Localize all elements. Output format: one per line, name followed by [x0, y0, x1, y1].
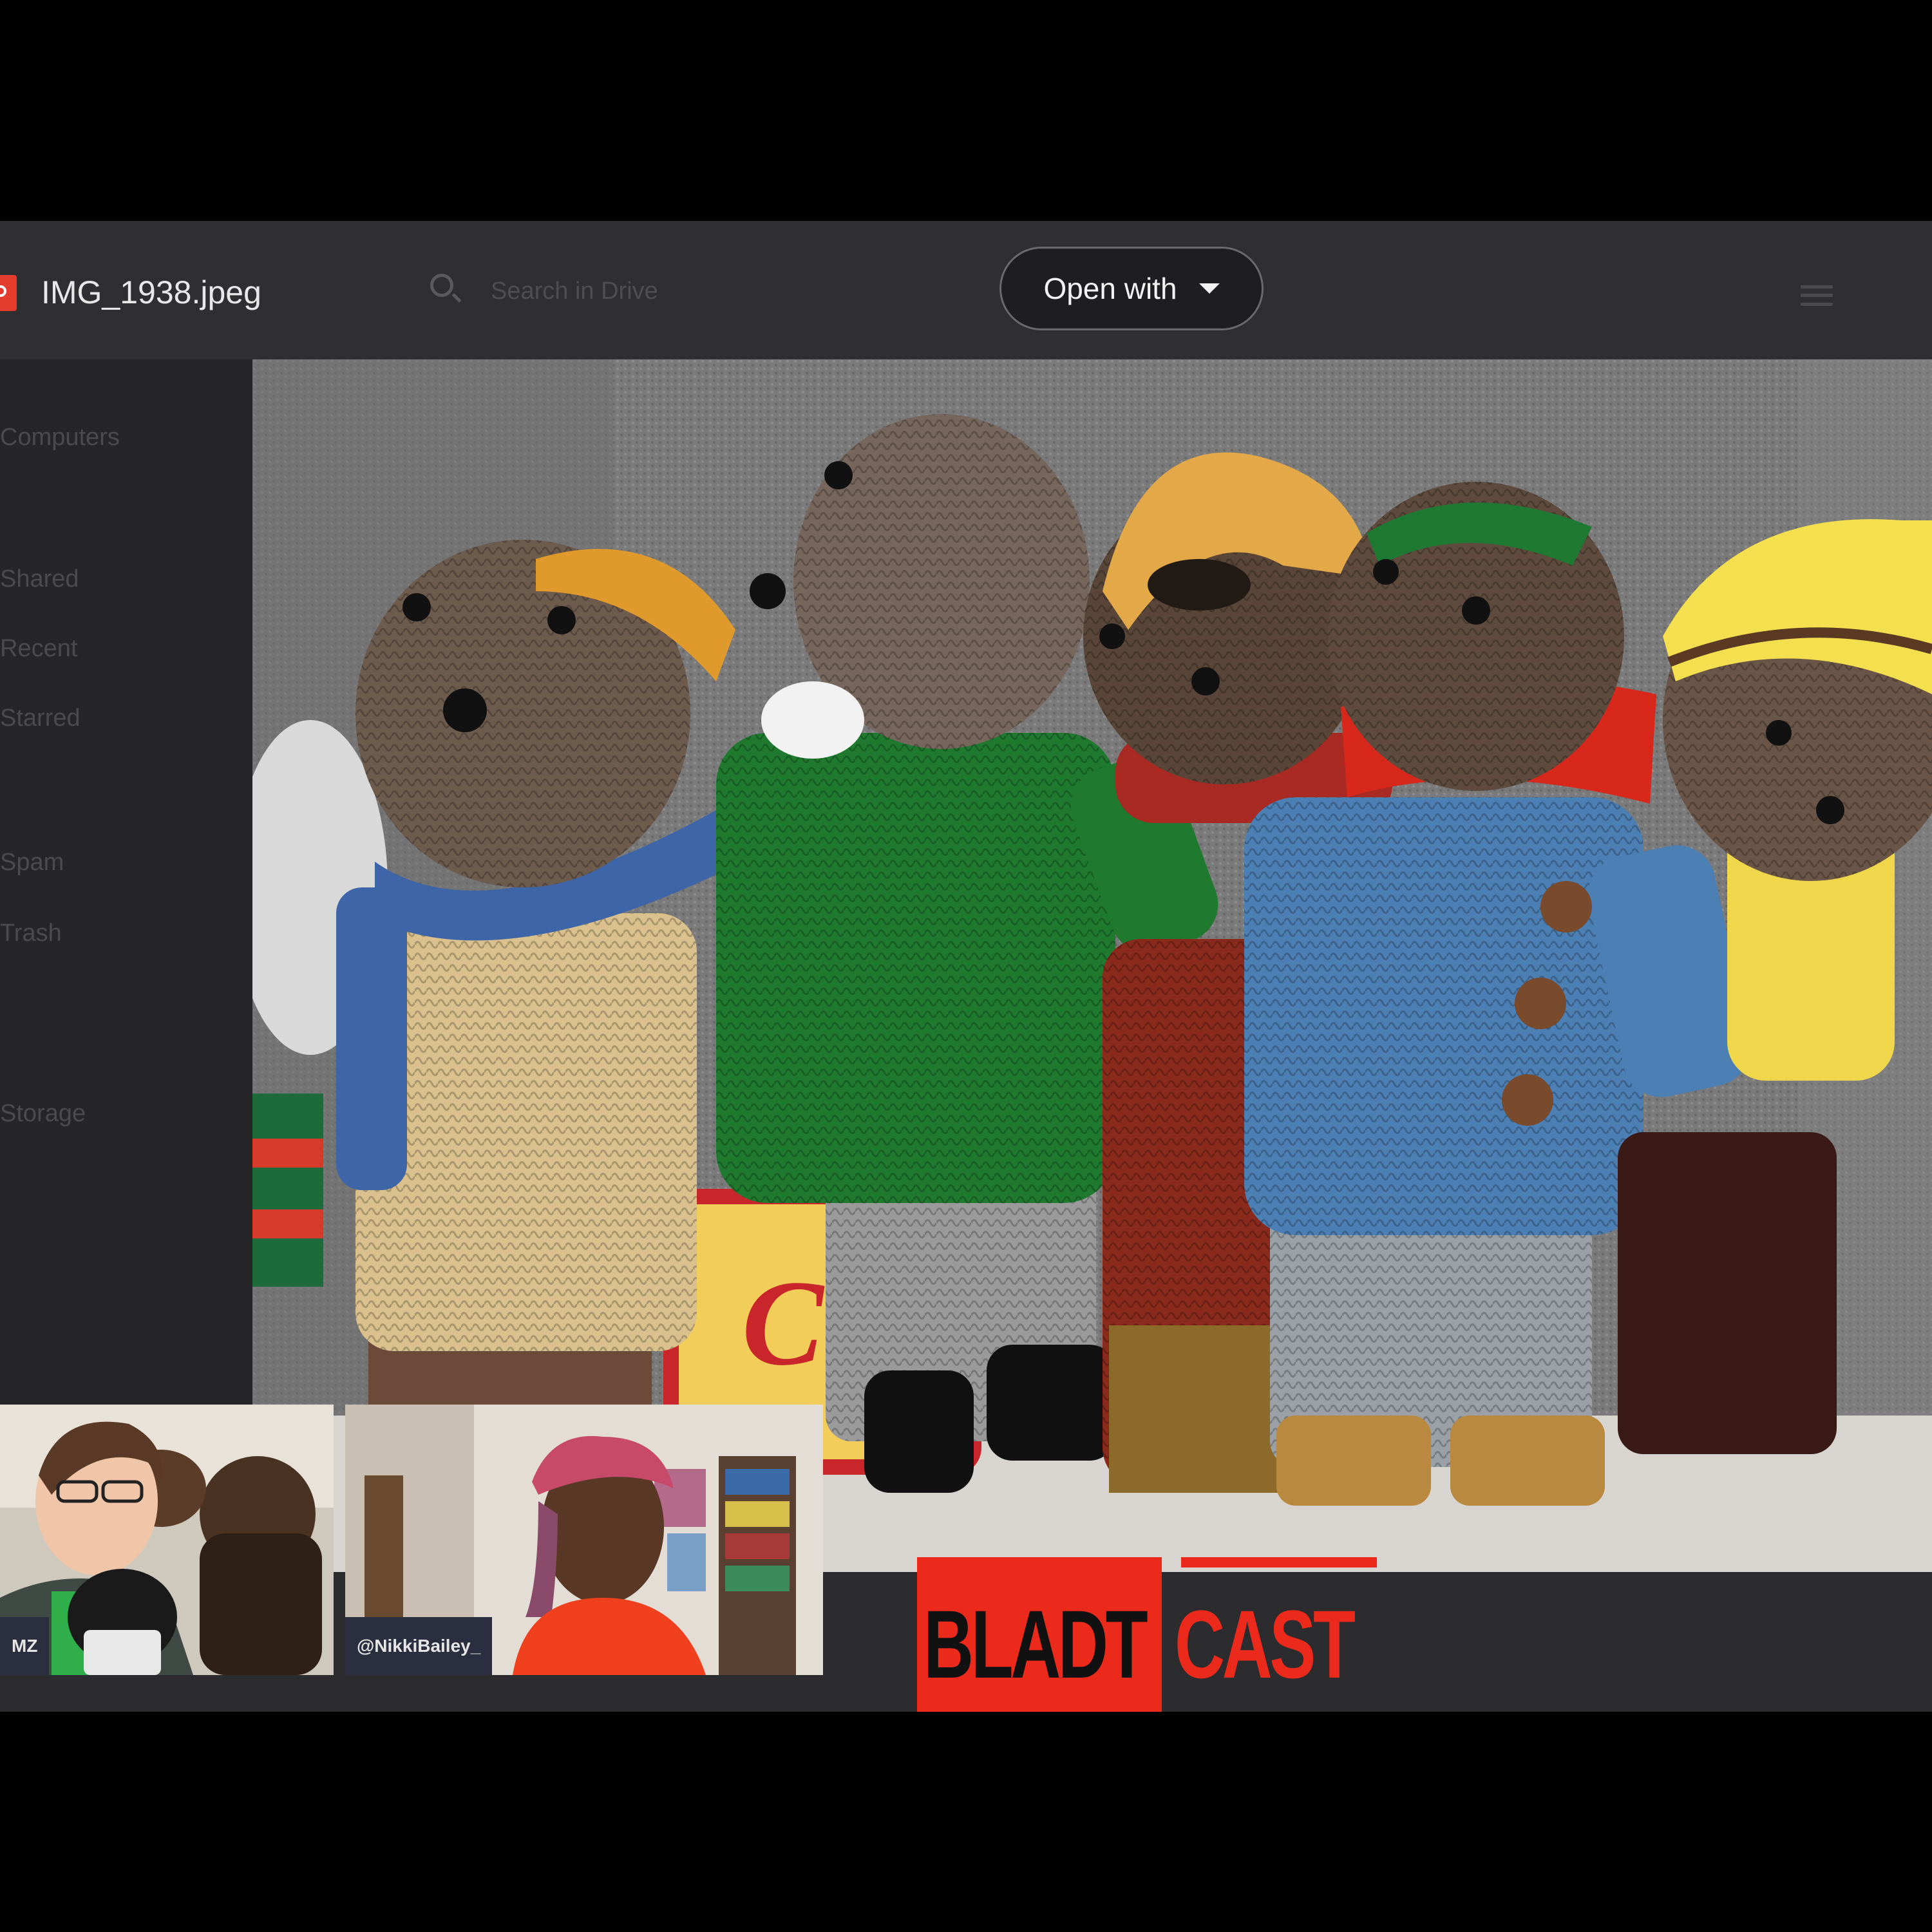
drive-preview-window: IMG_1938.jpeg Open with Computers Shared… — [0, 221, 1932, 1712]
sidebar-item[interactable]: Spam — [0, 849, 64, 876]
image-file-icon — [0, 275, 17, 311]
participant-name: MZ — [0, 1617, 50, 1675]
bladtcast-logo: BLADT CAST — [917, 1544, 1377, 1712]
participant-video — [0, 1405, 334, 1675]
logo-text-right: CAST — [1175, 1590, 1356, 1698]
participant-video-tile[interactable]: MZ — [0, 1405, 334, 1675]
file-name: IMG_1938.jpeg — [41, 274, 261, 310]
participant-name: @NikkiBailey_ — [345, 1617, 493, 1675]
doll-tan-coat — [336, 540, 735, 1467]
chevron-down-icon — [1198, 283, 1220, 294]
open-with-button[interactable]: Open with — [999, 247, 1264, 330]
logo-rule-top — [1181, 1557, 1377, 1567]
sidebar-item[interactable]: Computers — [0, 424, 120, 451]
search-icon[interactable] — [430, 274, 453, 297]
sidebar-item[interactable]: Storage — [0, 1100, 86, 1128]
logo-text-left: BLADT — [923, 1590, 1148, 1698]
more-options-icon[interactable] — [1801, 285, 1833, 306]
sidebar-item[interactable]: Starred — [0, 705, 80, 732]
photo-preview: Ch — [252, 359, 1932, 1572]
sidebar-item[interactable]: Recent — [0, 635, 77, 663]
search-input[interactable] — [489, 271, 762, 311]
sidebar-item[interactable]: Trash — [0, 920, 62, 947]
open-with-label: Open with — [1043, 272, 1177, 305]
participant-video-tile[interactable]: @NikkiBailey_ — [345, 1405, 823, 1675]
preview-toolbar: IMG_1938.jpeg Open with — [0, 221, 1932, 359]
sidebar-item[interactable]: Shared — [0, 565, 79, 593]
crochet-dolls-photo: Ch — [252, 359, 1932, 1572]
